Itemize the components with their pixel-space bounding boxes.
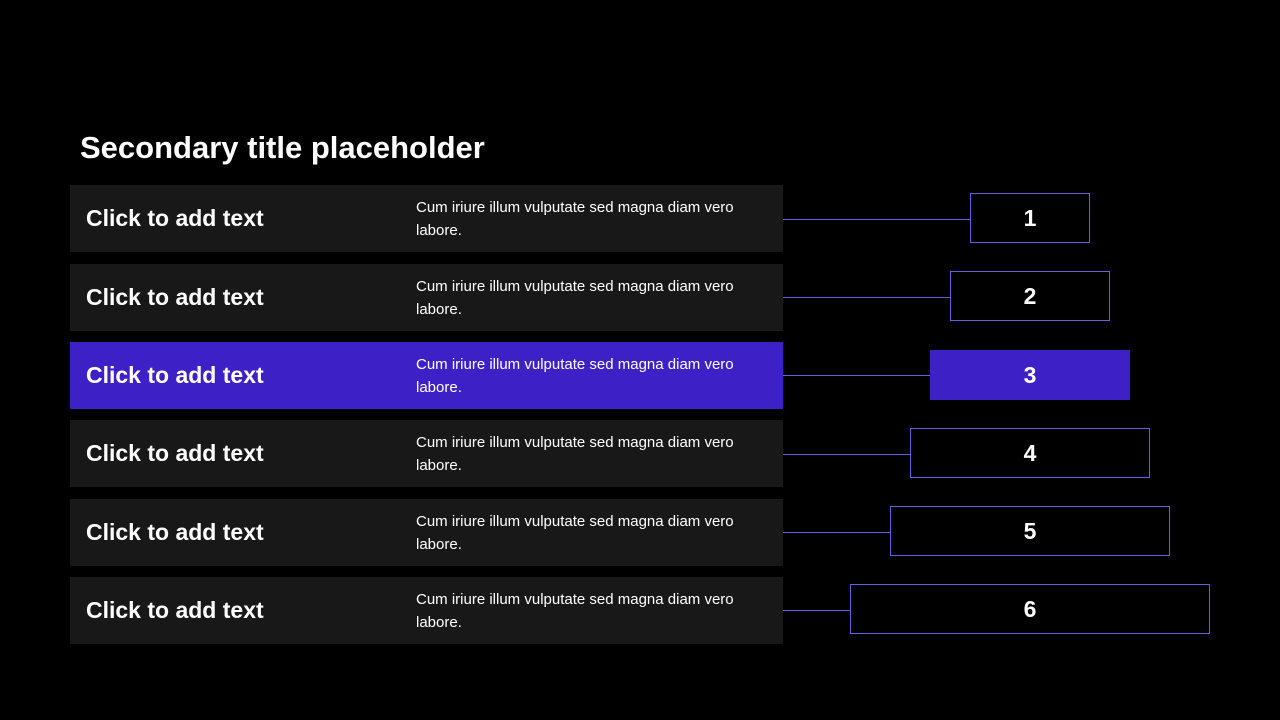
list-row-1[interactable]: Click to add text Cum iriure illum vulpu… [70, 185, 783, 252]
row-label[interactable]: Click to add text [86, 342, 264, 409]
number-label: 3 [1023, 361, 1037, 388]
list-row-5[interactable]: Click to add text Cum iriure illum vulpu… [70, 499, 783, 566]
number-box-1[interactable]: 1 [970, 193, 1090, 243]
row-label[interactable]: Click to add text [86, 264, 264, 331]
list-row-3[interactable]: Click to add text Cum iriure illum vulpu… [70, 342, 783, 409]
row-label[interactable]: Click to add text [86, 577, 264, 644]
row-description[interactable]: Cum iriure illum vulputate sed magna dia… [416, 431, 766, 477]
connector-line [783, 610, 850, 611]
number-label: 2 [1023, 282, 1037, 309]
row-label[interactable]: Click to add text [86, 420, 264, 487]
connector-line [783, 532, 890, 533]
row-description[interactable]: Cum iriure illum vulputate sed magna dia… [416, 353, 766, 399]
number-label: 4 [1023, 439, 1037, 466]
number-box-2[interactable]: 2 [950, 271, 1110, 321]
list-row-2[interactable]: Click to add text Cum iriure illum vulpu… [70, 264, 783, 331]
number-box-4[interactable]: 4 [910, 428, 1150, 478]
connector-line [783, 297, 950, 298]
number-label: 1 [1023, 204, 1037, 231]
number-label: 6 [1023, 595, 1037, 622]
number-box-5[interactable]: 5 [890, 506, 1170, 556]
number-box-3[interactable]: 3 [930, 350, 1130, 400]
row-label[interactable]: Click to add text [86, 185, 264, 252]
list-row-6[interactable]: Click to add text Cum iriure illum vulpu… [70, 577, 783, 644]
row-description[interactable]: Cum iriure illum vulputate sed magna dia… [416, 510, 766, 556]
connector-line [783, 454, 910, 455]
connector-line [783, 219, 970, 220]
row-description[interactable]: Cum iriure illum vulputate sed magna dia… [416, 588, 766, 634]
row-description[interactable]: Cum iriure illum vulputate sed magna dia… [416, 275, 766, 321]
row-description[interactable]: Cum iriure illum vulputate sed magna dia… [416, 196, 766, 242]
row-label[interactable]: Click to add text [86, 499, 264, 566]
slide: Secondary title placeholder Click to add… [0, 0, 1280, 720]
connector-line [783, 375, 930, 376]
number-label: 5 [1023, 517, 1037, 544]
list-row-4[interactable]: Click to add text Cum iriure illum vulpu… [70, 420, 783, 487]
number-box-6[interactable]: 6 [850, 584, 1210, 634]
slide-title[interactable]: Secondary title placeholder [80, 128, 485, 168]
